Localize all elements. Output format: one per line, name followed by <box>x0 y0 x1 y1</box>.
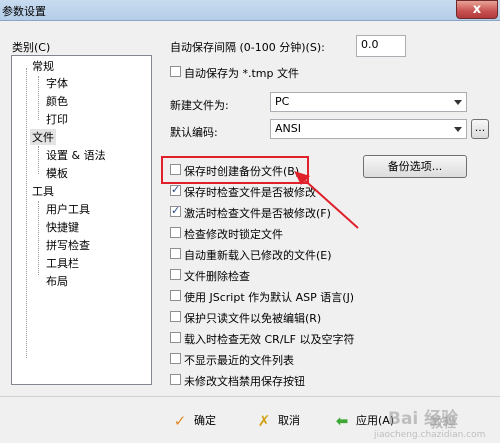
option-label: 检查修改时锁定文件 <box>184 228 283 241</box>
tree-guide-line <box>38 201 39 275</box>
checkbox[interactable] <box>170 353 181 364</box>
settings-window: 参数设置 x 类别(C) 常规 字体 颜色 打印 文件 设置 & 语法 模板 工… <box>0 0 500 443</box>
option-label: 自动重新载入已修改的文件(E) <box>184 249 332 262</box>
footer-separator <box>0 396 500 397</box>
checkbox[interactable] <box>170 248 181 259</box>
tree-guide-line <box>38 76 39 120</box>
autosave-interval-input[interactable]: 0.0 <box>356 35 406 57</box>
tree-item-settings-syntax[interactable]: 设置 & 语法 <box>46 147 106 163</box>
tree-item-toolbar[interactable]: 工具栏 <box>46 255 79 271</box>
tree-item-color[interactable]: 颜色 <box>46 93 68 109</box>
ok-button[interactable]: ✓ 确定 <box>172 412 216 430</box>
option-label: 使用 JScript 作为默认 ASP 语言(J) <box>184 291 355 304</box>
checkbox[interactable] <box>170 311 181 322</box>
arrow-shaft <box>299 175 359 229</box>
title-bar: 参数设置 x <box>0 0 500 21</box>
window-title: 参数设置 <box>2 5 46 18</box>
highlight-box <box>161 156 309 184</box>
tree-item-file[interactable]: 文件 <box>30 129 56 145</box>
watermark-tag: 教程 <box>430 416 457 431</box>
cancel-button[interactable]: ✗ 取消 <box>256 412 300 430</box>
tree-item-tools[interactable]: 工具 <box>32 183 54 199</box>
option-label: 载入时检查无效 CR/LF 以及空字符 <box>184 333 355 346</box>
checkbox[interactable] <box>170 66 181 77</box>
close-button[interactable]: x <box>456 0 498 19</box>
tree-item-template[interactable]: 模板 <box>46 165 68 181</box>
option-label: 保护只读文件以免被编辑(R) <box>184 312 322 325</box>
tree-guide-line <box>26 68 27 358</box>
encoding-more-button[interactable]: ... <box>471 119 489 139</box>
checkbox[interactable] <box>170 269 181 280</box>
tree-item-general[interactable]: 常规 <box>32 58 54 74</box>
default-encoding-select[interactable]: ANSI <box>270 119 467 139</box>
watermark-site: jiaocheng.chazidian.com <box>374 430 486 440</box>
tree-item-shortcuts[interactable]: 快捷键 <box>46 219 79 235</box>
new-file-select[interactable]: PC <box>270 92 467 112</box>
category-label: 类别(C) <box>12 41 51 54</box>
annotation-arrow <box>294 171 359 229</box>
tree-item-spellcheck[interactable]: 拼写检查 <box>46 237 90 253</box>
option-label: 文件删除检查 <box>184 270 250 283</box>
checkbox[interactable] <box>170 290 181 301</box>
checkbox[interactable] <box>170 332 181 343</box>
option-label: 自动保存为 *.tmp 文件 <box>184 67 299 80</box>
chevron-down-icon <box>454 127 462 132</box>
category-tree[interactable]: 常规 字体 颜色 打印 文件 设置 & 语法 模板 工具 用户工具 快捷键 拼写… <box>11 55 152 385</box>
checkbox[interactable] <box>170 204 181 217</box>
default-encoding-label: 默认编码: <box>170 126 218 139</box>
tree-item-layout[interactable]: 布局 <box>46 273 68 289</box>
cancel-label: 取消 <box>278 414 300 427</box>
new-file-label: 新建文件为: <box>170 99 229 112</box>
arrow-left-icon: ⬅ <box>335 412 349 430</box>
tree-item-print[interactable]: 打印 <box>46 111 68 127</box>
tree-guide-line <box>38 146 39 174</box>
checkbox[interactable] <box>170 374 181 385</box>
backup-options-button[interactable]: 备份选项... <box>363 155 467 178</box>
option-label: 未修改文档禁用保存按钮 <box>184 375 305 388</box>
apply-button[interactable]: ⬅ 应用(A) <box>334 412 394 430</box>
ok-label: 确定 <box>194 414 216 427</box>
encoding-value: ANSI <box>275 122 301 135</box>
new-file-value: PC <box>275 95 290 108</box>
option-label: 不显示最近的文件列表 <box>184 354 294 367</box>
checkbox[interactable] <box>170 227 181 238</box>
chevron-down-icon <box>454 100 462 105</box>
check-icon: ✓ <box>173 412 187 430</box>
tree-item-font[interactable]: 字体 <box>46 75 68 91</box>
cross-icon: ✗ <box>257 412 271 430</box>
tree-item-user-tools[interactable]: 用户工具 <box>46 201 90 217</box>
checkbox[interactable] <box>170 183 181 196</box>
autosave-interval-label: 自动保存间隔 (0-100 分钟)(S): <box>170 41 325 54</box>
